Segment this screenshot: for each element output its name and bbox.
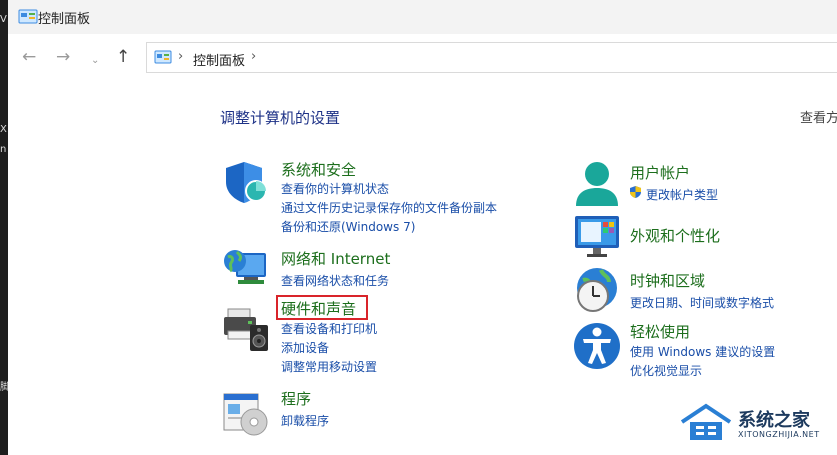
recent-locations-button[interactable]: ⌄ bbox=[91, 51, 99, 71]
address-bar[interactable]: › 控制面板 › bbox=[146, 42, 837, 73]
category-ease-of-access[interactable]: 轻松使用 bbox=[630, 321, 690, 342]
back-button[interactable]: ← bbox=[22, 47, 36, 67]
page-heading: 调整计算机的设置 bbox=[220, 109, 341, 127]
link-uninstall-program[interactable]: 卸载程序 bbox=[281, 412, 329, 429]
user-account-icon[interactable] bbox=[573, 160, 621, 208]
control-panel-window: 控制面板 ← → ⌄ ↑ › 控制面板 › 调整计算机的设置 查看方 系统和安全… bbox=[8, 0, 837, 455]
network-globe-icon[interactable] bbox=[222, 245, 270, 293]
link-backup-restore[interactable]: 备份和还原(Windows 7) bbox=[281, 218, 415, 235]
background-desktop-strip: V X n 脚 bbox=[0, 0, 10, 455]
watermark-url: XITONGZHIJIA.NET bbox=[738, 430, 820, 439]
link-add-device[interactable]: 添加设备 bbox=[281, 339, 329, 356]
programs-disc-icon[interactable] bbox=[222, 390, 270, 438]
appearance-monitor-icon[interactable] bbox=[573, 212, 621, 260]
watermark-text: 系统之家 bbox=[738, 410, 810, 431]
category-user-accounts[interactable]: 用户帐户 bbox=[630, 162, 690, 183]
watermark-logo: 系统之家 XITONGZHIJIA.NET bbox=[676, 400, 836, 450]
control-panel-icon bbox=[18, 9, 38, 24]
link-view-computer-status[interactable]: 查看你的计算机状态 bbox=[281, 180, 389, 197]
link-devices-printers[interactable]: 查看设备和打印机 bbox=[281, 320, 377, 337]
up-button[interactable]: ↑ bbox=[116, 47, 130, 67]
house-logo-icon bbox=[680, 403, 732, 440]
category-network-internet[interactable]: 网络和 Internet bbox=[281, 248, 390, 269]
background-text: X bbox=[0, 124, 7, 135]
breadcrumb-chevron-icon[interactable]: › bbox=[178, 49, 183, 64]
link-recommended-settings[interactable]: 使用 Windows 建议的设置 bbox=[630, 343, 775, 360]
breadcrumb-control-panel[interactable]: 控制面板 bbox=[193, 50, 245, 69]
category-system-security[interactable]: 系统和安全 bbox=[281, 159, 356, 180]
category-programs[interactable]: 程序 bbox=[281, 388, 311, 409]
link-optimize-visual-display[interactable]: 优化视觉显示 bbox=[630, 362, 702, 379]
uac-shield-icon bbox=[630, 186, 641, 198]
category-appearance-personalization[interactable]: 外观和个性化 bbox=[630, 225, 720, 246]
security-shield-icon[interactable] bbox=[222, 158, 270, 206]
breadcrumb-chevron-icon[interactable]: › bbox=[251, 49, 256, 64]
highlight-box bbox=[276, 295, 368, 320]
accessibility-icon[interactable] bbox=[573, 322, 621, 370]
window-title: 控制面板 bbox=[38, 12, 91, 27]
view-by-label[interactable]: 查看方 bbox=[800, 107, 837, 126]
link-change-account-type[interactable]: 更改帐户类型 bbox=[646, 186, 718, 203]
link-file-history-backup[interactable]: 通过文件历史记录保存你的文件备份副本 bbox=[281, 199, 497, 216]
navigation-bar: ← → ⌄ ↑ › 控制面板 › bbox=[8, 34, 837, 82]
title-bar[interactable]: 控制面板 bbox=[8, 0, 837, 35]
control-panel-icon bbox=[154, 50, 172, 64]
forward-button[interactable]: → bbox=[56, 47, 70, 67]
background-text: n bbox=[0, 144, 7, 155]
link-date-time-format[interactable]: 更改日期、时间或数字格式 bbox=[630, 294, 774, 311]
category-clock-region[interactable]: 时钟和区域 bbox=[630, 270, 705, 291]
clock-globe-icon[interactable] bbox=[573, 266, 621, 314]
link-network-status[interactable]: 查看网络状态和任务 bbox=[281, 272, 389, 289]
printer-speaker-icon[interactable] bbox=[222, 305, 270, 353]
link-mobility-settings[interactable]: 调整常用移动设置 bbox=[281, 358, 377, 375]
background-text: V bbox=[0, 14, 7, 25]
